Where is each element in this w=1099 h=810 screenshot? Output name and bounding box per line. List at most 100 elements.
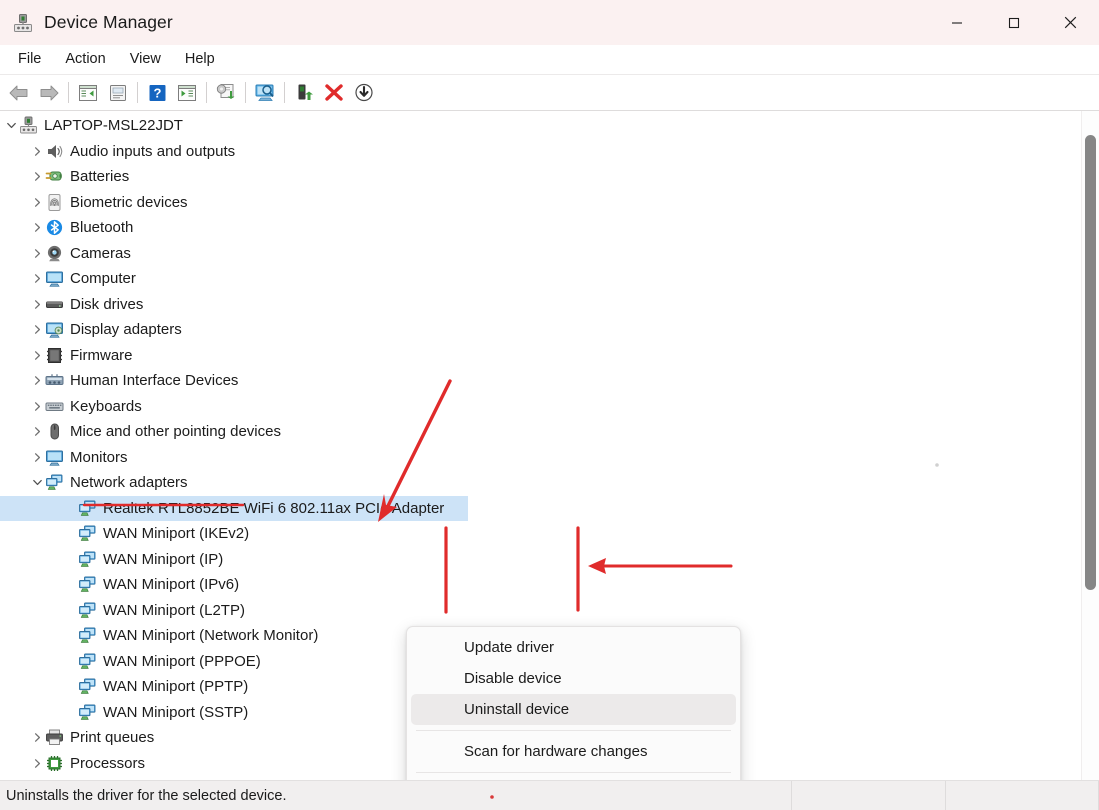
maximize-icon[interactable]: [985, 0, 1042, 45]
content-area: LAPTOP-MSL22JDT Audio inputs and outputs B…: [0, 111, 1099, 780]
update-driver-icon[interactable]: [211, 79, 241, 107]
tree-item-human-interface-devices[interactable]: Human Interface Devices: [0, 368, 1081, 394]
disk-drive-icon: [45, 295, 64, 314]
show-hide-console-tree-icon[interactable]: [73, 79, 103, 107]
tree-item-laptop-msl22jdt[interactable]: LAPTOP-MSL22JDT: [0, 113, 1081, 139]
chevron-right-icon[interactable]: [30, 195, 45, 210]
chevron-right-icon[interactable]: [30, 169, 45, 184]
keyboard-icon: [45, 397, 64, 416]
tree-item-label: Realtek RTL8852BE WiFi 6 802.11ax PCIe A…: [103, 496, 447, 520]
chevron-down-icon[interactable]: [4, 118, 19, 133]
tree-item-firmware[interactable]: Firmware: [0, 343, 1081, 369]
context-menu-disable-device[interactable]: Disable device: [411, 663, 736, 694]
vertical-scrollbar[interactable]: [1081, 111, 1099, 780]
network-adapter-icon: [78, 550, 97, 569]
chevron-right-icon[interactable]: [30, 450, 45, 465]
toolbar-separator: [206, 82, 207, 103]
tree-item-label: Keyboards: [70, 397, 142, 415]
context-menu-properties[interactable]: Properties: [411, 778, 736, 780]
uninstall-device-icon[interactable]: [289, 79, 319, 107]
tree-item-computer[interactable]: Computer: [0, 266, 1081, 292]
tree-item-wan-miniport-ikev2[interactable]: WAN Miniport (IKEv2): [0, 521, 1081, 547]
menu-action[interactable]: Action: [53, 48, 117, 71]
enable-device-icon[interactable]: [349, 79, 379, 107]
svg-text:?: ?: [153, 85, 161, 100]
chevron-right-icon[interactable]: [30, 424, 45, 439]
disable-device-icon[interactable]: [319, 79, 349, 107]
toolbar: ?: [0, 75, 1099, 111]
tree-item-label: Print queues: [70, 729, 155, 747]
show-hide-action-pane-icon[interactable]: [172, 79, 202, 107]
back-icon[interactable]: [4, 79, 34, 107]
status-bar: Uninstalls the driver for the selected d…: [0, 780, 1099, 810]
tree-item-cameras[interactable]: Cameras: [0, 241, 1081, 267]
tree-item-display-adapters[interactable]: Display adapters: [0, 317, 1081, 343]
chevron-down-icon[interactable]: [30, 475, 45, 490]
tree-item-realtek-rtl8852be[interactable]: Realtek RTL8852BE WiFi 6 802.11ax PCIe A…: [0, 495, 1081, 521]
network-adapter-icon: [78, 499, 97, 518]
properties-icon[interactable]: [103, 79, 133, 107]
chevron-right-icon[interactable]: [30, 297, 45, 312]
menu-help[interactable]: Help: [173, 48, 227, 71]
tree-item-label: WAN Miniport (SSTP): [103, 703, 249, 721]
network-adapter-icon: [78, 626, 97, 645]
chevron-right-icon[interactable]: [30, 399, 45, 414]
tree-item-network-adapters[interactable]: Network adapters: [0, 470, 1081, 496]
context-menu-uninstall-device[interactable]: Uninstall device: [411, 694, 736, 725]
network-adapter-icon: [78, 703, 97, 722]
tree-item-monitors[interactable]: Monitors: [0, 445, 1081, 471]
chevron-right-icon[interactable]: [30, 730, 45, 745]
menu-file[interactable]: File: [6, 48, 53, 71]
tree-item-label: Batteries: [70, 168, 130, 186]
context-menu-separator: [416, 730, 731, 731]
tree-item-label: WAN Miniport (IKEv2): [103, 525, 250, 543]
tree-item-mice-and-other-pointing-devices[interactable]: Mice and other pointing devices: [0, 419, 1081, 445]
close-icon[interactable]: [1042, 0, 1099, 45]
menu-view[interactable]: View: [118, 48, 173, 71]
chevron-right-icon[interactable]: [30, 348, 45, 363]
chevron-right-icon[interactable]: [30, 373, 45, 388]
toolbar-separator: [284, 82, 285, 103]
device-manager-window: Device Manager File Action View Help ? L…: [0, 0, 1099, 810]
status-panel-3: [946, 781, 1099, 810]
tree-item-audio-inputs-and-outputs[interactable]: Audio inputs and outputs: [0, 139, 1081, 165]
mouse-icon: [45, 422, 64, 441]
context-menu[interactable]: Update driver Disable device Uninstall d…: [406, 626, 741, 780]
title-bar: Device Manager: [0, 0, 1099, 45]
scrollbar-thumb[interactable]: [1085, 135, 1096, 590]
chevron-right-icon[interactable]: [30, 144, 45, 159]
tree-item-wan-miniport-l2tp[interactable]: WAN Miniport (L2TP): [0, 598, 1081, 624]
help-icon[interactable]: ?: [142, 79, 172, 107]
forward-icon[interactable]: [34, 79, 64, 107]
tree-item-batteries[interactable]: Batteries: [0, 164, 1081, 190]
minimize-icon[interactable]: [928, 0, 985, 45]
fingerprint-icon: [45, 193, 64, 212]
tree-item-label: Computer: [70, 270, 136, 288]
speaker-icon: [45, 142, 64, 161]
chevron-right-icon[interactable]: [30, 271, 45, 286]
printer-icon: [45, 728, 64, 747]
monitor-icon: [45, 269, 64, 288]
tree-item-wan-miniport-ip[interactable]: WAN Miniport (IP): [0, 547, 1081, 573]
processor-icon: [45, 754, 64, 773]
context-menu-update-driver[interactable]: Update driver: [411, 632, 736, 663]
tree-item-bluetooth[interactable]: Bluetooth: [0, 215, 1081, 241]
tree-item-label: WAN Miniport (PPPOE): [103, 652, 261, 670]
network-adapter-icon: [45, 473, 64, 492]
tree-item-wan-miniport-ipv6[interactable]: WAN Miniport (IPv6): [0, 572, 1081, 598]
firmware-chip-icon: [45, 346, 64, 365]
chevron-right-icon[interactable]: [30, 756, 45, 771]
tree-item-keyboards[interactable]: Keyboards: [0, 394, 1081, 420]
tree-item-label: WAN Miniport (PPTP): [103, 678, 249, 696]
scan-for-hardware-changes-icon[interactable]: [250, 79, 280, 107]
chevron-right-icon[interactable]: [30, 246, 45, 261]
chevron-right-icon[interactable]: [30, 322, 45, 337]
context-menu-separator: [416, 772, 731, 773]
computer-root-icon: [19, 116, 38, 135]
tree-item-label: Processors: [70, 754, 146, 772]
chevron-right-icon[interactable]: [30, 220, 45, 235]
tree-item-biometric-devices[interactable]: Biometric devices: [0, 190, 1081, 216]
tree-item-disk-drives[interactable]: Disk drives: [0, 292, 1081, 318]
context-menu-scan-for-hardware-changes[interactable]: Scan for hardware changes: [411, 736, 736, 767]
status-message: Uninstalls the driver for the selected d…: [0, 781, 792, 810]
